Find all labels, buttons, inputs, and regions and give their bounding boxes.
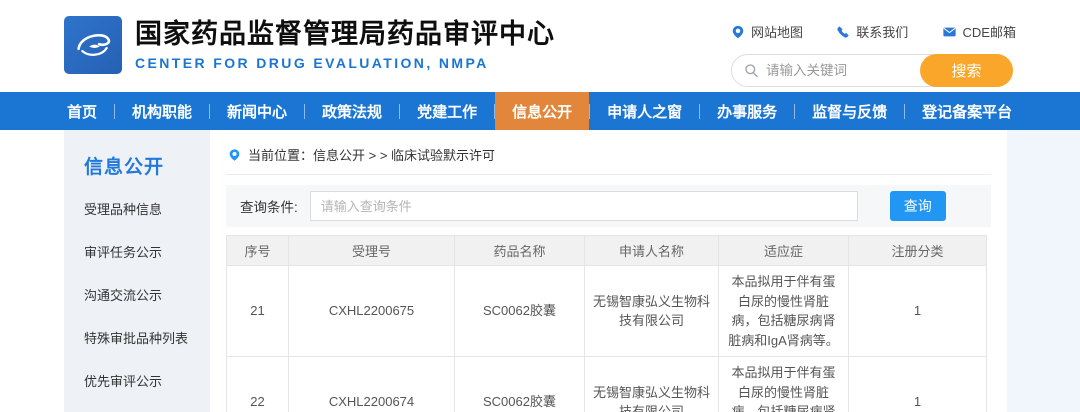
col-header-applicant: 申请人名称 bbox=[585, 236, 719, 266]
cell-registration-class: 1 bbox=[849, 357, 987, 412]
breadcrumb: 当前位置：信息公开 > > 临床试验默示许可 bbox=[226, 130, 991, 175]
mail-label: CDE邮箱 bbox=[963, 22, 1016, 41]
table-row: 22 CXHL2200674 SC0062胶囊 无锡智康弘义生物科技有限公司 本… bbox=[227, 357, 987, 412]
table-header-row: 序号 受理号 药品名称 申请人名称 适应症 注册分类 bbox=[227, 236, 987, 266]
location-pin-icon bbox=[228, 148, 241, 162]
phone-icon bbox=[836, 25, 850, 39]
mail-link[interactable]: CDE邮箱 bbox=[942, 22, 1016, 41]
cde-logo-icon bbox=[64, 16, 122, 74]
cell-applicant: 无锡智康弘义生物科技有限公司 bbox=[585, 357, 719, 412]
query-bar: 查询条件: 查询 bbox=[226, 185, 991, 227]
col-header-seq: 序号 bbox=[227, 236, 289, 266]
query-button[interactable]: 查询 bbox=[890, 191, 946, 221]
site-title: 国家药品监督管理局药品审评中心 bbox=[135, 19, 555, 50]
sidebar-item-accepted-varieties[interactable]: 受理品种信息 bbox=[84, 199, 210, 218]
content-area: 信息公开 受理品种信息 审评任务公示 沟通交流公示 特殊审批品种列表 优先审评公… bbox=[0, 130, 1080, 412]
col-header-acceptance-no: 受理号 bbox=[289, 236, 455, 266]
sidebar-title: 信息公开 bbox=[84, 152, 210, 179]
main-panel: 当前位置：信息公开 > > 临床试验默示许可 查询条件: 查询 序号 受理号 药… bbox=[210, 130, 1007, 412]
nav-item-news[interactable]: 新闻中心 bbox=[210, 92, 304, 130]
sidebar-item-communication[interactable]: 沟通交流公示 bbox=[84, 285, 210, 304]
cell-indication: 本品拟用于伴有蛋白尿的慢性肾脏病，包括糖尿病肾脏病和IgA肾病等。 bbox=[719, 266, 849, 357]
cell-registration-class: 1 bbox=[849, 266, 987, 357]
brand-text: 国家药品监督管理局药品审评中心 CENTER FOR DRUG EVALUATI… bbox=[135, 19, 555, 71]
cell-drug-name: SC0062胶囊 bbox=[455, 357, 585, 412]
sidebar-item-priority-review[interactable]: 优先审评公示 bbox=[84, 371, 210, 390]
col-header-drug-name: 药品名称 bbox=[455, 236, 585, 266]
right-background-strip bbox=[1007, 130, 1080, 412]
contact-label: 联系我们 bbox=[856, 22, 908, 41]
nav-item-home[interactable]: 首页 bbox=[50, 92, 114, 130]
keyword-input[interactable] bbox=[766, 63, 921, 78]
search-button[interactable]: 搜索 bbox=[920, 54, 1013, 87]
nav-item-registration-platform[interactable]: 登记备案平台 bbox=[905, 92, 1029, 130]
breadcrumb-text: 当前位置：信息公开 > > 临床试验默示许可 bbox=[248, 145, 495, 164]
col-header-indication: 适应症 bbox=[719, 236, 849, 266]
query-input[interactable] bbox=[310, 191, 858, 221]
table-row: 21 CXHL2200675 SC0062胶囊 无锡智康弘义生物科技有限公司 本… bbox=[227, 266, 987, 357]
cell-applicant: 无锡智康弘义生物科技有限公司 bbox=[585, 266, 719, 357]
cell-seq: 21 bbox=[227, 266, 289, 357]
cell-indication: 本品拟用于伴有蛋白尿的慢性肾脏病，包括糖尿病肾脏病和IgA肾病等。 bbox=[719, 357, 849, 412]
results-table: 序号 受理号 药品名称 申请人名称 适应症 注册分类 21 CXHL220067… bbox=[226, 235, 987, 412]
sidebar-item-review-tasks[interactable]: 审评任务公示 bbox=[84, 242, 210, 261]
envelope-icon bbox=[942, 25, 957, 39]
quick-links: 网站地图 联系我们 CDE邮箱 bbox=[731, 22, 1016, 41]
nav-item-functions[interactable]: 机构职能 bbox=[115, 92, 209, 130]
query-label: 查询条件: bbox=[240, 196, 298, 216]
nav-item-policies[interactable]: 政策法规 bbox=[305, 92, 399, 130]
location-pin-icon bbox=[731, 25, 745, 39]
cell-acceptance-no: CXHL2200674 bbox=[289, 357, 455, 412]
nav-item-supervision-feedback[interactable]: 监督与反馈 bbox=[795, 92, 904, 130]
col-header-registration-class: 注册分类 bbox=[849, 236, 987, 266]
nav-item-services[interactable]: 办事服务 bbox=[700, 92, 794, 130]
sitemap-link[interactable]: 网站地图 bbox=[731, 22, 803, 41]
cell-seq: 22 bbox=[227, 357, 289, 412]
brand: 国家药品监督管理局药品审评中心 CENTER FOR DRUG EVALUATI… bbox=[64, 16, 555, 74]
nav-item-information-disclosure[interactable]: 信息公开 bbox=[495, 92, 589, 130]
nav-item-applicant-window[interactable]: 申请人之窗 bbox=[590, 92, 699, 130]
cell-acceptance-no: CXHL2200675 bbox=[289, 266, 455, 357]
cell-drug-name: SC0062胶囊 bbox=[455, 266, 585, 357]
sidebar-item-special-approval-list[interactable]: 特殊审批品种列表 bbox=[84, 328, 210, 347]
sitemap-label: 网站地图 bbox=[751, 22, 803, 41]
site-subtitle: CENTER FOR DRUG EVALUATION, NMPA bbox=[135, 55, 555, 71]
contact-link[interactable]: 联系我们 bbox=[836, 22, 908, 41]
left-gutter bbox=[0, 130, 64, 412]
main-nav: 首页 机构职能 新闻中心 政策法规 党建工作 信息公开 申请人之窗 办事服务 监… bbox=[0, 92, 1080, 130]
sidebar: 信息公开 受理品种信息 审评任务公示 沟通交流公示 特殊审批品种列表 优先审评公… bbox=[64, 130, 210, 412]
header-search: 搜索 bbox=[731, 54, 1013, 87]
search-icon bbox=[744, 63, 759, 78]
nav-item-party-building[interactable]: 党建工作 bbox=[400, 92, 494, 130]
page: 国家药品监督管理局药品审评中心 CENTER FOR DRUG EVALUATI… bbox=[0, 0, 1080, 412]
site-header: 国家药品监督管理局药品审评中心 CENTER FOR DRUG EVALUATI… bbox=[0, 0, 1080, 92]
